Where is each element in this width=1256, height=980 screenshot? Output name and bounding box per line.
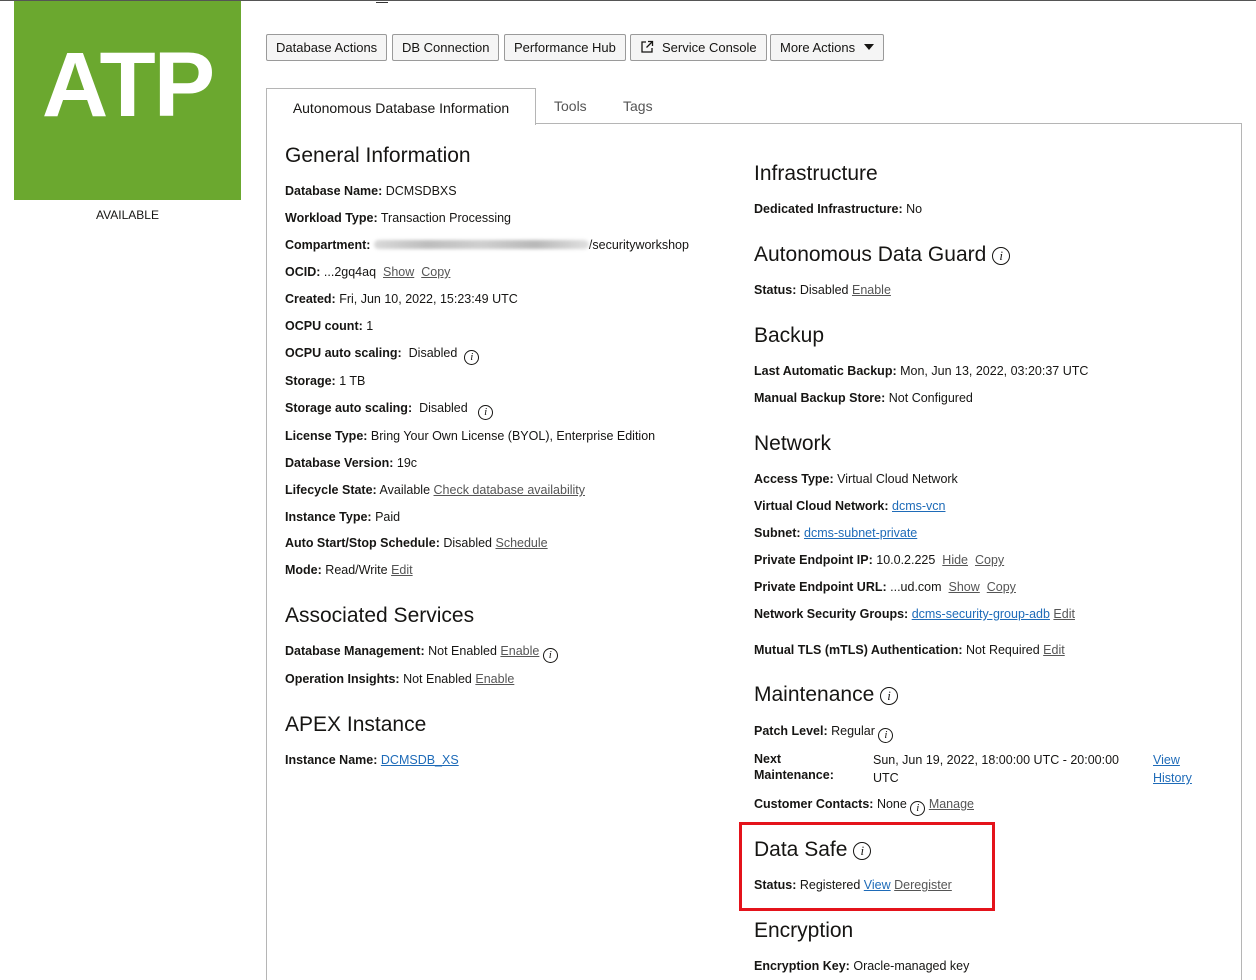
ocpu-auto-scaling-row: OCPU auto scaling: Disabled i: [285, 345, 480, 365]
next-maintenance-value: Sun, Jun 19, 2022, 18:00:00 UTC - 20:00:…: [873, 753, 1120, 785]
database-name-row: Database Name: DCMSDBXS: [285, 184, 457, 198]
associated-services-heading: Associated Services: [285, 604, 475, 627]
lifecycle-state-row: Lifecycle State: Available Check databas…: [285, 483, 585, 497]
mode-row: Mode: Read/Write Edit: [285, 563, 413, 577]
general-information-heading: General Information: [285, 144, 471, 167]
info-icon[interactable]: i: [478, 405, 494, 420]
endpoint-ip-hide-link[interactable]: Hide: [942, 553, 968, 567]
more-actions-label: More Actions: [780, 40, 856, 55]
subnet-row: Subnet: dcms-subnet-private: [754, 526, 918, 540]
ocid-copy-link[interactable]: Copy: [421, 265, 450, 279]
panel-border-right: [1241, 124, 1242, 980]
next-maintenance-label: Next Maintenance:: [754, 752, 834, 782]
subnet-link[interactable]: dcms-subnet-private: [804, 526, 917, 540]
apex-instance-link[interactable]: DCMSDB_XS: [381, 753, 459, 767]
dedicated-infrastructure-row: Dedicated Infrastructure: No: [754, 202, 923, 216]
db-connection-button[interactable]: DB Connection: [392, 34, 500, 61]
data-guard-enable-link[interactable]: Enable: [852, 283, 891, 297]
mode-edit-link[interactable]: Edit: [391, 563, 413, 577]
manual-backup-row: Manual Backup Store: Not Configured: [754, 391, 973, 405]
nsg-edit-link[interactable]: Edit: [1053, 607, 1075, 621]
maintenance-heading: Maintenance i: [754, 682, 899, 708]
check-availability-link[interactable]: Check database availability: [434, 483, 585, 497]
info-icon[interactable]: i: [878, 728, 894, 743]
tab-tags[interactable]: Tags: [623, 88, 653, 124]
storage-auto-scaling-row: Storage auto scaling: Disabled i: [285, 400, 494, 420]
info-icon[interactable]: i: [880, 687, 899, 705]
lifecycle-status: AVAILABLE: [96, 208, 159, 222]
auto-start-stop-row: Auto Start/Stop Schedule: Disabled Sched…: [285, 536, 548, 550]
redacted-compartment: [373, 240, 589, 249]
tab-autonomous-database-information[interactable]: Autonomous Database Information: [266, 88, 536, 125]
workload-type-row: Workload Type: Transaction Processing: [285, 211, 512, 225]
infrastructure-heading: Infrastructure: [754, 162, 878, 185]
nsg-link[interactable]: dcms-security-group-adb: [912, 607, 1050, 621]
encryption-heading: Encryption: [754, 919, 854, 942]
panel-border-left: [266, 124, 267, 980]
customer-contacts-row: Customer Contacts: None i Manage: [754, 797, 974, 816]
info-icon[interactable]: i: [542, 648, 558, 663]
tab-tools[interactable]: Tools: [554, 88, 587, 124]
backup-heading: Backup: [754, 324, 825, 347]
more-actions-button[interactable]: More Actions: [770, 34, 885, 61]
database-management-row: Database Management: Not Enabled Enable …: [285, 643, 558, 663]
private-endpoint-url-row: Private Endpoint URL: ...ud.com Show Cop…: [754, 580, 1016, 594]
ocpu-count-row: OCPU count: 1: [285, 319, 374, 333]
patch-level-row: Patch Level: Regular i: [754, 723, 894, 743]
top-dash: [376, 2, 388, 3]
schedule-link[interactable]: Schedule: [495, 536, 547, 550]
instance-type-row: Instance Type: Paid: [285, 510, 401, 524]
apex-instance-name-row: Instance Name: DCMSDB_XS: [285, 753, 459, 767]
apex-instance-heading: APEX Instance: [285, 713, 427, 736]
private-endpoint-ip-row: Private Endpoint IP: 10.0.2.225 Hide Cop…: [754, 553, 1005, 567]
license-type-row: License Type: Bring Your Own License (BY…: [285, 429, 656, 443]
data-guard-status-row: Status: Disabled Enable: [754, 283, 891, 297]
database-actions-button[interactable]: Database Actions: [266, 34, 388, 61]
access-type-row: Access Type: Virtual Cloud Network: [754, 472, 958, 486]
highlight-box: [739, 822, 995, 911]
endpoint-ip-copy-link[interactable]: Copy: [975, 553, 1004, 567]
data-guard-heading: Autonomous Data Guard i: [754, 242, 1011, 268]
service-console-label: Service Console: [662, 40, 757, 55]
service-console-button[interactable]: Service Console: [630, 34, 767, 61]
mtls-edit-link[interactable]: Edit: [1043, 643, 1065, 657]
nsg-row: Network Security Groups: dcms-security-g…: [754, 607, 1075, 621]
info-icon[interactable]: i: [464, 350, 480, 365]
created-row: Created: Fri, Jun 10, 2022, 15:23:49 UTC: [285, 292, 518, 306]
atp-badge: ATP: [14, 1, 241, 200]
badge-text: ATP: [41, 34, 215, 136]
endpoint-url-show-link[interactable]: Show: [949, 580, 980, 594]
mtls-row: Mutual TLS (mTLS) Authentication: Not Re…: [754, 643, 1065, 657]
storage-row: Storage: 1 TB: [285, 374, 366, 388]
compartment-row: Compartment: /securityworkshop: [285, 238, 689, 252]
encryption-key-row: Encryption Key: Oracle-managed key: [754, 959, 970, 973]
info-icon[interactable]: i: [992, 247, 1011, 265]
manage-contacts-link[interactable]: Manage: [929, 797, 974, 811]
endpoint-url-copy-link[interactable]: Copy: [987, 580, 1016, 594]
vcn-link[interactable]: dcms-vcn: [892, 499, 945, 513]
database-version-row: Database Version: 19c: [285, 456, 418, 470]
caret-down-icon: [864, 44, 875, 50]
external-link-icon: [640, 37, 654, 62]
info-icon[interactable]: i: [910, 801, 926, 816]
operation-insights-row: Operation Insights: Not Enabled Enable: [285, 672, 515, 686]
database-management-enable-link[interactable]: Enable: [500, 644, 539, 658]
operation-insights-enable-link[interactable]: Enable: [475, 672, 514, 686]
vcn-row: Virtual Cloud Network: dcms-vcn: [754, 499, 946, 513]
last-backup-row: Last Automatic Backup: Mon, Jun 13, 2022…: [754, 364, 1089, 378]
ocid-row: OCID: ...2gq4aq Show Copy: [285, 265, 451, 279]
view-history-link[interactable]: View History: [1153, 751, 1192, 787]
network-heading: Network: [754, 432, 832, 455]
ocid-show-link[interactable]: Show: [383, 265, 414, 279]
performance-hub-button[interactable]: Performance Hub: [504, 34, 626, 61]
